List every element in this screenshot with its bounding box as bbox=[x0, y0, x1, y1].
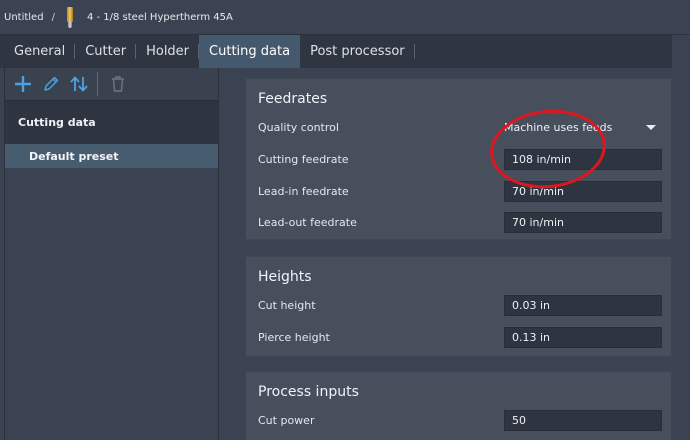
cutting-feedrate-label: Cutting feedrate bbox=[258, 152, 349, 166]
heights-section: Heights Cut height 0.03 in Pierce height… bbox=[245, 256, 672, 357]
cutting-feedrate-field[interactable]: 108 in/min bbox=[504, 148, 662, 170]
sort-presets-button[interactable] bbox=[67, 72, 91, 96]
lead-in-feedrate-label: Lead-in feedrate bbox=[258, 184, 349, 198]
cut-height-label: Cut height bbox=[258, 298, 316, 312]
lead-out-feedrate-row: Lead-out feedrate 70 in/min bbox=[246, 211, 671, 233]
preset-item-default[interactable]: Default preset bbox=[5, 144, 218, 168]
feedrates-section: Feedrates Quality control Machine uses f… bbox=[245, 78, 672, 240]
quality-control-value: Machine uses feeds bbox=[504, 120, 613, 134]
lead-in-feedrate-row: Lead-in feedrate 70 in/min bbox=[246, 180, 671, 202]
pencil-icon bbox=[44, 76, 59, 91]
plus-icon bbox=[15, 76, 31, 92]
breadcrumb: Untitled / 4 - 1/8 steel Hypertherm 45A bbox=[0, 0, 690, 35]
cutting-data-form: Feedrates Quality control Machine uses f… bbox=[225, 68, 690, 440]
cut-power-field[interactable]: 50 bbox=[504, 409, 662, 431]
quality-control-row: Quality control Machine uses feeds bbox=[246, 116, 671, 138]
pierce-height-label: Pierce height bbox=[258, 330, 330, 344]
preset-panel: Cutting data Default preset bbox=[4, 68, 219, 440]
lead-out-feedrate-field[interactable]: 70 in/min bbox=[504, 211, 662, 233]
breadcrumb-separator: / bbox=[51, 12, 55, 23]
sort-arrows-icon bbox=[70, 76, 88, 92]
feedrates-title: Feedrates bbox=[258, 91, 328, 107]
breadcrumb-tool-name: 4 - 1/8 steel Hypertherm 45A bbox=[86, 12, 233, 23]
tab-bar: General Cutter Holder Cutting data Post … bbox=[0, 35, 672, 68]
edit-preset-button[interactable] bbox=[39, 72, 63, 96]
quality-control-dropdown[interactable]: Machine uses feeds bbox=[504, 117, 662, 138]
cut-power-label: Cut power bbox=[258, 413, 315, 427]
tab-general[interactable]: General bbox=[0, 35, 76, 68]
add-preset-button[interactable] bbox=[11, 72, 35, 96]
cut-height-row: Cut height 0.03 in bbox=[246, 294, 671, 316]
breadcrumb-document[interactable]: Untitled bbox=[4, 12, 44, 23]
heights-title: Heights bbox=[258, 269, 312, 285]
plasma-torch-icon bbox=[65, 6, 75, 29]
lead-out-feedrate-label: Lead-out feedrate bbox=[258, 215, 357, 229]
cut-height-field[interactable]: 0.03 in bbox=[504, 294, 662, 316]
tab-post-processor[interactable]: Post processor bbox=[300, 35, 415, 68]
process-inputs-section: Process inputs Cut power 50 bbox=[245, 371, 672, 440]
pierce-height-row: Pierce height 0.13 in bbox=[246, 326, 671, 348]
delete-preset-button[interactable] bbox=[106, 72, 130, 96]
lead-in-feedrate-field[interactable]: 70 in/min bbox=[504, 180, 662, 202]
cut-power-row: Cut power 50 bbox=[246, 409, 671, 431]
process-inputs-title: Process inputs bbox=[258, 384, 359, 400]
toolbar-separator bbox=[97, 72, 98, 96]
chevron-down-icon bbox=[646, 124, 656, 130]
preset-list-header[interactable]: Cutting data bbox=[5, 100, 218, 144]
trash-icon bbox=[112, 76, 124, 92]
cutting-feedrate-row: Cutting feedrate 108 in/min bbox=[246, 148, 671, 170]
pierce-height-field[interactable]: 0.13 in bbox=[504, 326, 662, 348]
quality-control-label: Quality control bbox=[258, 120, 339, 134]
tab-holder[interactable]: Holder bbox=[136, 35, 199, 68]
preset-toolbar bbox=[5, 68, 218, 100]
tab-cutter[interactable]: Cutter bbox=[75, 35, 136, 68]
tab-cutting-data[interactable]: Cutting data bbox=[199, 35, 301, 68]
